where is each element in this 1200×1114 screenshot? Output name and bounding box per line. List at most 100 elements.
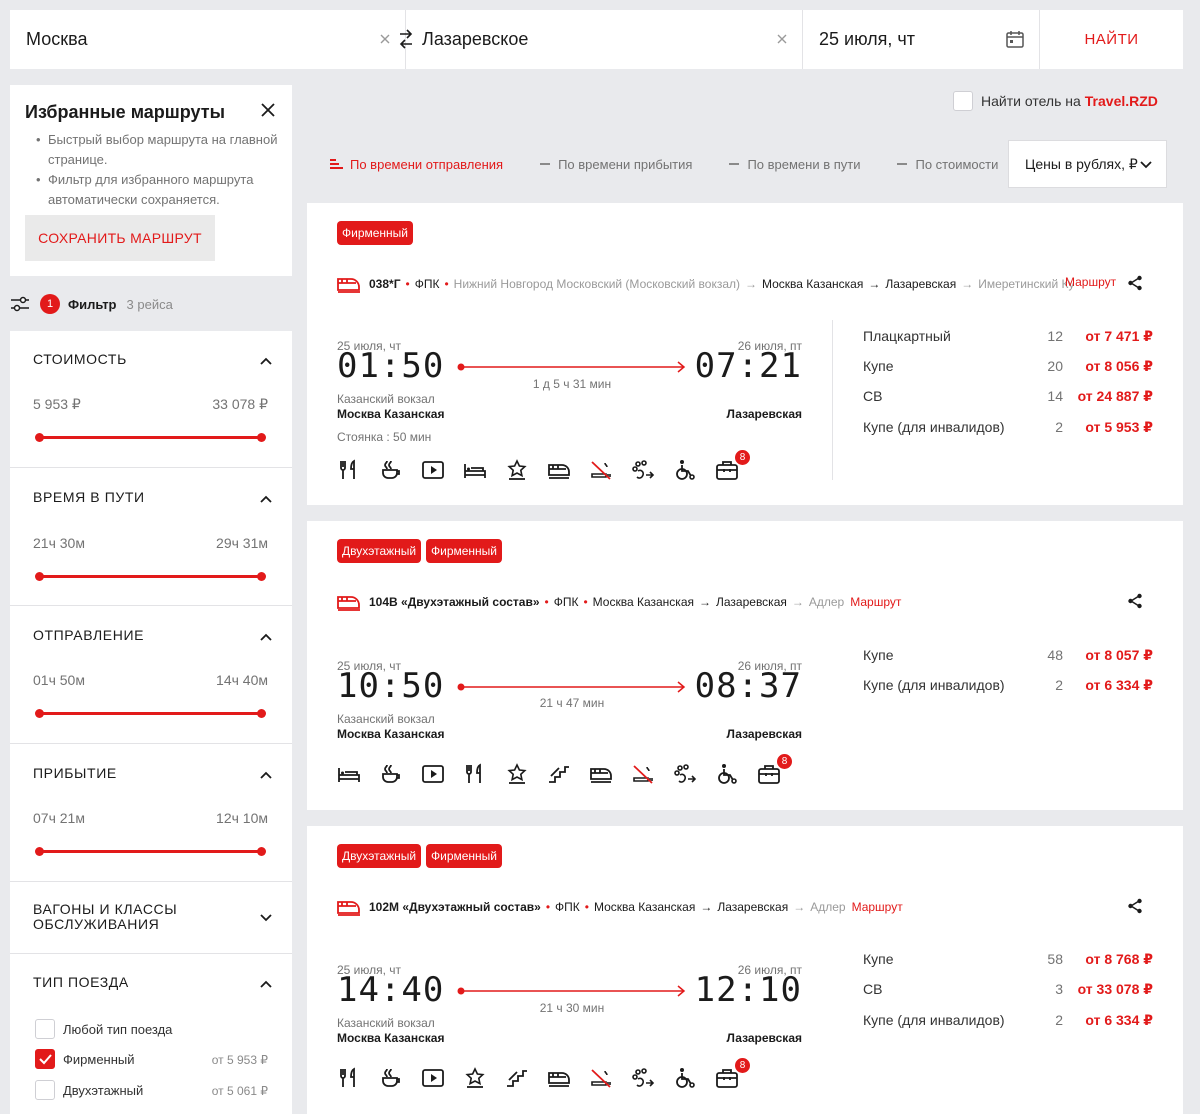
dining-icon[interactable] [463, 762, 505, 786]
class-row[interactable]: Купе 20 от 8 056 ₽ [863, 358, 1153, 388]
wheelchair-icon[interactable] [673, 1066, 715, 1090]
any-train-checkbox[interactable] [35, 1019, 55, 1039]
pet-icon[interactable] [631, 458, 673, 482]
video-icon[interactable] [421, 1066, 463, 1090]
double-deck-checkbox[interactable] [35, 1080, 55, 1100]
class-row[interactable]: Купе (для инвалидов) 2 от 6 334 ₽ [863, 677, 1153, 707]
luggage-icon[interactable]: 8 [715, 1058, 757, 1090]
share-icon[interactable] [1127, 898, 1143, 914]
bed-icon[interactable] [337, 762, 379, 786]
clear-from-icon[interactable] [377, 31, 393, 47]
departure-slider[interactable] [35, 709, 266, 718]
train-number[interactable]: 038*Г [369, 277, 401, 291]
find-button[interactable]: НАЙТИ [1040, 10, 1183, 69]
share-icon[interactable] [1127, 593, 1143, 609]
chevron-up-icon[interactable] [260, 980, 272, 988]
chevron-up-icon[interactable] [260, 633, 272, 641]
departure-title[interactable]: Отправление [33, 628, 144, 643]
sort-price-label[interactable]: По стоимости [915, 157, 998, 172]
filter-sliders-icon[interactable] [10, 295, 30, 313]
close-icon[interactable] [260, 102, 276, 118]
wheelchair-icon[interactable] [715, 762, 757, 786]
firm-train-label[interactable]: Фирменный [63, 1052, 135, 1067]
sort-departure[interactable]: По времени отправления [330, 157, 503, 172]
class-row[interactable]: Купе 48 от 8 057 ₽ [863, 647, 1153, 677]
hotel-brand[interactable]: Travel.RZD [1085, 93, 1158, 109]
class-price[interactable]: от 6 334 ₽ [1085, 677, 1153, 694]
travel-time-title[interactable]: Время в пути [33, 490, 145, 505]
currency-value[interactable]: Цены в рублях, ₽ [1025, 156, 1138, 173]
share-icon[interactable] [1127, 275, 1143, 291]
sort-arrival[interactable]: По времени прибытия [540, 157, 692, 172]
train-card[interactable]: Фирменный 038*Г • ФПК • Нижний Новгород М… [307, 203, 1183, 505]
coffee-icon[interactable] [379, 1066, 421, 1090]
star-service-icon[interactable] [463, 1066, 505, 1090]
train-icon[interactable] [589, 762, 631, 786]
filter-header[interactable]: 1 Фильтр 3 рейса [10, 292, 173, 316]
wheelchair-icon[interactable] [673, 458, 715, 482]
route-link[interactable]: Маршрут [850, 595, 901, 609]
class-price[interactable]: от 33 078 ₽ [1078, 981, 1153, 998]
stairs-icon[interactable] [505, 1066, 547, 1090]
train-number[interactable]: 104В «Двухэтажный состав» [369, 595, 540, 609]
firm-train-checkbox[interactable] [35, 1049, 55, 1069]
class-row[interactable]: Купе (для инвалидов) 2 от 5 953 ₽ [863, 419, 1153, 449]
cost-slider[interactable] [35, 433, 266, 442]
calendar-icon[interactable] [1005, 29, 1025, 49]
to-value[interactable]: Лазаревское [406, 29, 528, 50]
class-price[interactable]: от 5 953 ₽ [1085, 419, 1153, 436]
star-service-icon[interactable] [505, 458, 547, 482]
coffee-icon[interactable] [379, 762, 421, 786]
sort-duration[interactable]: По времени в пути [729, 157, 860, 172]
class-row[interactable]: СВ 3 от 33 078 ₽ [863, 981, 1153, 1011]
any-train-label[interactable]: Любой тип поезда [63, 1022, 172, 1037]
star-service-icon[interactable] [505, 762, 547, 786]
double-deck-label[interactable]: Двухэтажный [63, 1083, 143, 1098]
sort-arrival-label[interactable]: По времени прибытия [558, 157, 692, 172]
save-route-button[interactable]: СОХРАНИТЬ МАРШРУТ [25, 215, 215, 261]
video-icon[interactable] [421, 762, 463, 786]
chevron-up-icon[interactable] [260, 357, 272, 365]
train-icon[interactable] [547, 1066, 589, 1090]
class-price[interactable]: от 6 334 ₽ [1085, 1012, 1153, 1029]
chevron-down-icon[interactable] [1140, 161, 1152, 169]
coffee-icon[interactable] [379, 458, 421, 482]
arrival-title[interactable]: Прибытие [33, 766, 117, 781]
no-smoking-icon[interactable] [589, 458, 631, 482]
hotel-checkbox[interactable] [953, 91, 973, 111]
from-field[interactable]: Москва [10, 10, 406, 69]
pet-icon[interactable] [631, 1066, 673, 1090]
class-price[interactable]: от 8 057 ₽ [1085, 647, 1153, 664]
clear-to-icon[interactable] [774, 31, 790, 47]
class-row[interactable]: Купе 58 от 8 768 ₽ [863, 951, 1153, 981]
train-card[interactable]: Двухэтажный Фирменный 104В «Двухэтажный с… [307, 521, 1183, 810]
class-row[interactable]: Купе (для инвалидов) 2 от 6 334 ₽ [863, 1012, 1153, 1042]
class-price[interactable]: от 8 056 ₽ [1085, 358, 1153, 375]
class-price[interactable]: от 8 768 ₽ [1085, 951, 1153, 968]
train-card[interactable]: Двухэтажный Фирменный 102М «Двухэтажный с… [307, 826, 1183, 1114]
pet-icon[interactable] [673, 762, 715, 786]
dining-icon[interactable] [337, 1066, 379, 1090]
travel-time-slider[interactable] [35, 572, 266, 581]
to-field[interactable]: Лазаревское [399, 10, 803, 69]
luggage-icon[interactable]: 8 [715, 450, 757, 482]
arrival-slider[interactable] [35, 847, 266, 856]
sort-price[interactable]: По стоимости [897, 157, 998, 172]
cost-title[interactable]: Стоимость [33, 352, 127, 367]
class-row[interactable]: Плацкартный 12 от 7 471 ₽ [863, 328, 1153, 358]
bed-icon[interactable] [463, 458, 505, 482]
sort-departure-label[interactable]: По времени отправления [350, 157, 503, 172]
sort-duration-label[interactable]: По времени в пути [747, 157, 860, 172]
wagons-filter[interactable]: Вагоны и классы обслуживания [10, 881, 292, 953]
wagons-title[interactable]: Вагоны и классы обслуживания [33, 902, 233, 932]
class-price[interactable]: от 24 887 ₽ [1078, 388, 1153, 405]
train-type-title[interactable]: Тип поезда [33, 975, 129, 990]
from-value[interactable]: Москва [10, 29, 87, 50]
hotel-link[interactable]: Найти отель на Travel.RZD [953, 91, 1158, 111]
stairs-icon[interactable] [547, 762, 589, 786]
no-smoking-icon[interactable] [631, 762, 673, 786]
currency-select[interactable]: Цены в рублях, ₽ [1008, 140, 1167, 188]
filter-label[interactable]: Фильтр [68, 297, 117, 312]
chevron-down-icon[interactable] [260, 914, 272, 922]
chevron-up-icon[interactable] [260, 771, 272, 779]
